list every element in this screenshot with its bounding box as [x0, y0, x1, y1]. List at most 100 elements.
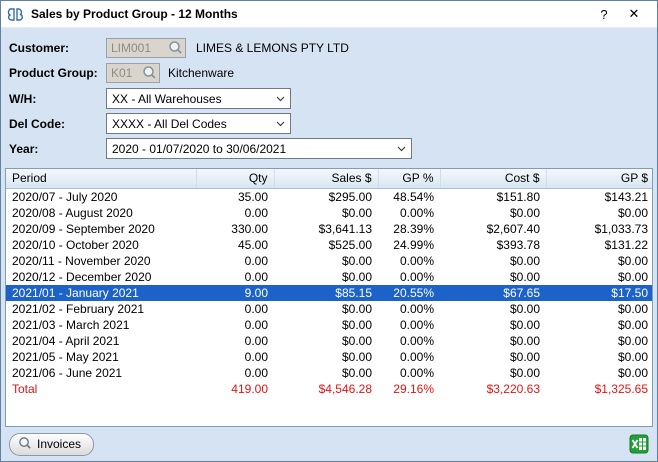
- table-row[interactable]: 2020/10 - October 202045.00$525.0024.99%…: [6, 237, 653, 253]
- cell-qty: 0.00: [196, 301, 274, 317]
- total-row: Total419.00$4,546.2829.16%$3,220.63$1,32…: [6, 381, 653, 397]
- customer-name: LIMES & LEMONS PTY LTD: [196, 41, 349, 55]
- year-select[interactable]: 2020 - 01/07/2020 to 30/06/2021: [106, 138, 412, 159]
- cell-period: 2021/05 - May 2021: [6, 349, 196, 365]
- cell-gp_pct: 0.00%: [378, 269, 440, 285]
- table-row[interactable]: 2020/12 - December 20200.00$0.000.00%$0.…: [6, 269, 653, 285]
- table-row[interactable]: 2021/04 - April 20210.00$0.000.00%$0.00$…: [6, 333, 653, 349]
- cell-period: 2020/12 - December 2020: [6, 269, 196, 285]
- cell-qty: 419.00: [196, 381, 274, 397]
- cell-sales: $525.00: [274, 237, 378, 253]
- customer-row: Customer: LIM001 LIMES & LEMONS PTY LTD: [9, 37, 649, 58]
- window-title: Sales by Product Group - 12 Months: [31, 7, 589, 21]
- table-row[interactable]: 2020/08 - August 20200.00$0.000.00%$0.00…: [6, 205, 653, 221]
- cell-gp_pct: 48.54%: [378, 189, 440, 206]
- cell-gp: $0.00: [546, 317, 653, 333]
- cell-sales: $3,641.13: [274, 221, 378, 237]
- customer-code-field: LIM001: [106, 38, 186, 58]
- customer-search-icon[interactable]: [168, 40, 183, 55]
- cell-gp_pct: 0.00%: [378, 333, 440, 349]
- cell-gp: $17.50: [546, 285, 653, 301]
- cell-gp: $0.00: [546, 333, 653, 349]
- cell-gp_pct: 29.16%: [378, 381, 440, 397]
- table-row[interactable]: 2020/09 - September 2020330.00$3,641.132…: [6, 221, 653, 237]
- cell-cost: $0.00: [440, 205, 546, 221]
- sales-by-product-group-window: Sales by Product Group - 12 Months ? ✕ C…: [0, 0, 658, 462]
- table-row[interactable]: 2021/02 - February 20210.00$0.000.00%$0.…: [6, 301, 653, 317]
- app-icon: [7, 6, 24, 23]
- cell-period: 2020/10 - October 2020: [6, 237, 196, 253]
- cell-gp: $0.00: [546, 253, 653, 269]
- table-row[interactable]: 2021/01 - January 20219.00$85.1520.55%$6…: [6, 285, 653, 301]
- cell-period: 2020/11 - November 2020: [6, 253, 196, 269]
- column-header-sales[interactable]: Sales $: [274, 169, 378, 189]
- cell-sales: $0.00: [274, 349, 378, 365]
- column-header-gp-pct[interactable]: GP %: [378, 169, 440, 189]
- cell-cost: $3,220.63: [440, 381, 546, 397]
- cell-sales: $0.00: [274, 365, 378, 381]
- table-row[interactable]: 2021/03 - March 20210.00$0.000.00%$0.00$…: [6, 317, 653, 333]
- footer-bar: Invoices: [1, 427, 657, 461]
- cell-sales: $295.00: [274, 189, 378, 206]
- filter-form: Customer: LIM001 LIMES & LEMONS PTY LTD …: [1, 28, 657, 165]
- cell-gp: $1,325.65: [546, 381, 653, 397]
- sales-grid: Period Qty Sales $ GP % Cost $ GP $ 2020…: [5, 168, 653, 427]
- cell-sales: $0.00: [274, 333, 378, 349]
- product-group-search-icon[interactable]: [142, 65, 157, 80]
- cell-period: 2021/04 - April 2021: [6, 333, 196, 349]
- column-header-cost[interactable]: Cost $: [440, 169, 546, 189]
- product-group-row: Product Group: K01 Kitchenware: [9, 62, 649, 83]
- cell-gp_pct: 0.00%: [378, 205, 440, 221]
- product-group-label: Product Group:: [9, 66, 106, 80]
- invoices-button-label: Invoices: [37, 437, 81, 451]
- cell-qty: 0.00: [196, 333, 274, 349]
- cell-qty: 0.00: [196, 205, 274, 221]
- cell-qty: 0.00: [196, 253, 274, 269]
- chevron-down-icon: [276, 121, 285, 127]
- table-row[interactable]: 2020/11 - November 20200.00$0.000.00%$0.…: [6, 253, 653, 269]
- cell-period: 2020/08 - August 2020: [6, 205, 196, 221]
- del-code-label: Del Code:: [9, 117, 106, 131]
- year-selected-value: 2020 - 01/07/2020 to 30/06/2021: [112, 142, 391, 156]
- cell-qty: 35.00: [196, 189, 274, 206]
- help-button[interactable]: ?: [589, 1, 619, 28]
- table-header: Period Qty Sales $ GP % Cost $ GP $: [6, 169, 653, 189]
- product-group-code-value: K01: [111, 66, 132, 80]
- table-row[interactable]: 2021/05 - May 20210.00$0.000.00%$0.00$0.…: [6, 349, 653, 365]
- cell-period: 2021/06 - June 2021: [6, 365, 196, 381]
- table-body: 2020/07 - July 202035.00$295.0048.54%$15…: [6, 189, 653, 398]
- warehouse-select[interactable]: XX - All Warehouses: [106, 88, 291, 109]
- invoices-button[interactable]: Invoices: [9, 433, 94, 456]
- cell-qty: 45.00: [196, 237, 274, 253]
- cell-gp_pct: 0.00%: [378, 253, 440, 269]
- export-excel-button[interactable]: [629, 434, 649, 454]
- product-group-code-field: K01: [106, 63, 160, 83]
- del-code-select[interactable]: XXXX - All Del Codes: [106, 113, 291, 134]
- cell-period: 2021/03 - March 2021: [6, 317, 196, 333]
- warehouse-row: W/H: XX - All Warehouses: [9, 88, 649, 109]
- cell-period: 2020/07 - July 2020: [6, 189, 196, 206]
- cell-gp_pct: 0.00%: [378, 317, 440, 333]
- cell-gp_pct: 20.55%: [378, 285, 440, 301]
- table-row[interactable]: 2021/06 - June 20210.00$0.000.00%$0.00$0…: [6, 365, 653, 381]
- cell-period: 2021/01 - January 2021: [6, 285, 196, 301]
- cell-period: 2020/09 - September 2020: [6, 221, 196, 237]
- year-row: Year: 2020 - 01/07/2020 to 30/06/2021: [9, 138, 649, 159]
- cell-qty: 0.00: [196, 317, 274, 333]
- cell-gp: $0.00: [546, 365, 653, 381]
- cell-gp_pct: 28.39%: [378, 221, 440, 237]
- column-header-gp[interactable]: GP $: [546, 169, 653, 189]
- cell-sales: $0.00: [274, 269, 378, 285]
- cell-cost: $0.00: [440, 333, 546, 349]
- cell-gp: $1,033.73: [546, 221, 653, 237]
- cell-gp: $0.00: [546, 205, 653, 221]
- cell-gp: $0.00: [546, 349, 653, 365]
- cell-cost: $0.00: [440, 301, 546, 317]
- close-button[interactable]: ✕: [619, 1, 649, 28]
- column-header-qty[interactable]: Qty: [196, 169, 274, 189]
- column-header-period[interactable]: Period: [6, 169, 196, 189]
- cell-qty: 0.00: [196, 269, 274, 285]
- del-code-row: Del Code: XXXX - All Del Codes: [9, 113, 649, 134]
- table-row[interactable]: 2020/07 - July 202035.00$295.0048.54%$15…: [6, 189, 653, 206]
- product-group-name: Kitchenware: [168, 66, 234, 80]
